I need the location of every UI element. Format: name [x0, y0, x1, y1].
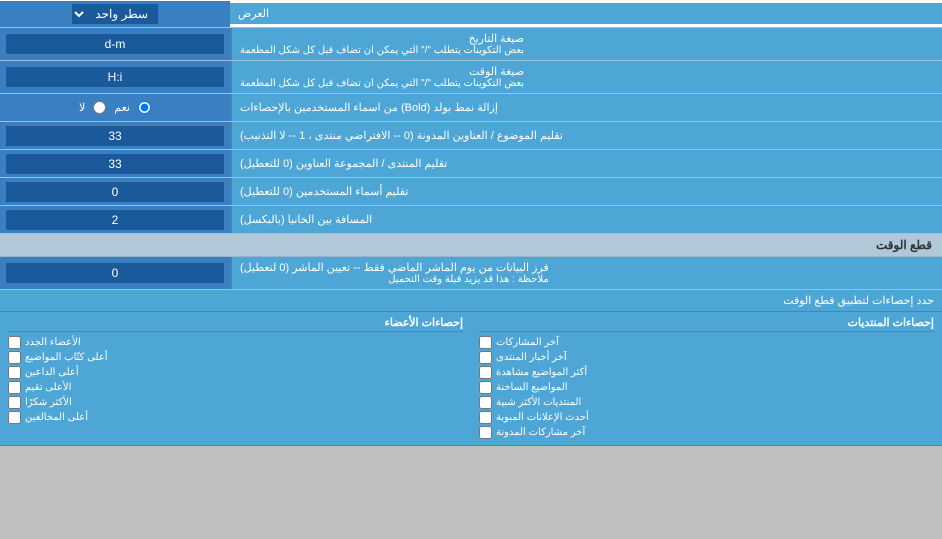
date-row: صيغة التاريخ بعض التكوينات يتطلب "/" الت…	[0, 28, 942, 61]
display-label: العرض	[230, 3, 942, 24]
post-stats-col: إحصاءات المنتديات آخر المشاركات آخر أخبا…	[471, 316, 942, 441]
post-stats-header: إحصاءات المنتديات	[479, 316, 934, 332]
forum-input-wrapper	[0, 150, 230, 177]
bold-no-label: لا	[79, 101, 85, 114]
distance-input-wrapper	[0, 206, 230, 233]
username-input[interactable]	[6, 182, 224, 202]
bold-label: إزالة نمط بولد (Bold) من اسماء المستخدمي…	[230, 94, 942, 121]
member-stat-5: الأكثر شكرًا	[8, 396, 463, 409]
date-label: صيغة التاريخ بعض التكوينات يتطلب "/" الت…	[230, 28, 942, 60]
member-stat-6-checkbox[interactable]	[8, 411, 21, 424]
time-input[interactable]	[6, 67, 224, 87]
bold-input-wrapper: نعم لا	[0, 94, 230, 121]
post-stat-5-checkbox[interactable]	[479, 396, 492, 409]
cutoff-label: فرز البيانات من يوم الماشر الماضي فقط --…	[230, 257, 942, 289]
member-stats-col: إحصاءات الأعضاء الأعضاء الجدد أعلى كتّاب…	[0, 316, 471, 441]
stats-define-label: حدد إحصاءات لتطبيق قطع الوقت	[0, 290, 942, 312]
display-select[interactable]: سطر واحد سطرين ثلاثة أسطر	[72, 4, 158, 24]
post-stat-3: أكثر المواضيع مشاهدة	[479, 366, 934, 379]
bold-yes-radio[interactable]	[138, 101, 151, 114]
forum-label: تقليم المنتدى / المجموعة العناوين (0 للت…	[230, 150, 942, 177]
bold-radio-group: نعم لا	[71, 98, 159, 117]
topic-label: تقليم الموضوع / العناوين المدونة (0 -- ا…	[230, 122, 942, 149]
date-input[interactable]	[6, 34, 224, 54]
display-row: العرض سطر واحد سطرين ثلاثة أسطر	[0, 0, 942, 28]
member-stat-6: أعلى المخالفين	[8, 411, 463, 424]
cutoff-label-main: فرز البيانات من يوم الماشر الماضي فقط --…	[240, 261, 549, 274]
post-stat-2: آخر أخبار المنتدى	[479, 351, 934, 364]
topic-input-wrapper	[0, 122, 230, 149]
cutoff-label-sub: ملاحظة : هذا قد يزيد قبلة وقت التحميل	[240, 274, 549, 285]
date-input-wrapper	[0, 28, 230, 60]
post-stat-6: أحدث الإعلانات المبوبة	[479, 411, 934, 424]
member-stat-1-checkbox[interactable]	[8, 336, 21, 349]
post-stat-7: آخر مشاركات المدونة	[479, 426, 934, 439]
post-stat-4: المواضيع الساخنة	[479, 381, 934, 394]
post-stat-2-checkbox[interactable]	[479, 351, 492, 364]
forum-input[interactable]	[6, 154, 224, 174]
time-row: صيغة الوقت بعض التكوينات يتطلب "/" التي …	[0, 61, 942, 94]
main-container: العرض سطر واحد سطرين ثلاثة أسطر صيغة الت…	[0, 0, 942, 446]
post-stat-1-checkbox[interactable]	[479, 336, 492, 349]
post-stat-1: آخر المشاركات	[479, 336, 934, 349]
member-stat-1: الأعضاء الجدد	[8, 336, 463, 349]
time-label: صيغة الوقت بعض التكوينات يتطلب "/" التي …	[230, 61, 942, 93]
username-input-wrapper	[0, 178, 230, 205]
topic-input[interactable]	[6, 126, 224, 146]
member-stat-3-checkbox[interactable]	[8, 366, 21, 379]
bold-row: إزالة نمط بولد (Bold) من اسماء المستخدمي…	[0, 94, 942, 122]
cutoff-input-wrapper	[0, 257, 230, 289]
forum-row: تقليم المنتدى / المجموعة العناوين (0 للت…	[0, 150, 942, 178]
username-label: تقليم أسماء المستخدمين (0 للتعطيل)	[230, 178, 942, 205]
post-stat-5: المنتديات الأكثر شبية	[479, 396, 934, 409]
post-stat-3-checkbox[interactable]	[479, 366, 492, 379]
bold-no-radio[interactable]	[93, 101, 106, 114]
post-stat-4-checkbox[interactable]	[479, 381, 492, 394]
stats-container: حدد إحصاءات لتطبيق قطع الوقت إحصاءات الم…	[0, 290, 942, 446]
display-input-wrapper: سطر واحد سطرين ثلاثة أسطر	[0, 1, 230, 27]
member-stats-header: إحصاءات الأعضاء	[8, 316, 463, 332]
cutoff-section-header: قطع الوقت	[0, 234, 942, 257]
cutoff-row: فرز البيانات من يوم الماشر الماضي فقط --…	[0, 257, 942, 290]
bold-yes-label: نعم	[114, 101, 130, 114]
post-stat-7-checkbox[interactable]	[479, 426, 492, 439]
date-label-sub: بعض التكوينات يتطلب "/" التي يمكن ان تضا…	[240, 45, 524, 56]
distance-input[interactable]	[6, 210, 224, 230]
member-stat-5-checkbox[interactable]	[8, 396, 21, 409]
distance-label: المسافة بين الخانيا (بالبكسل)	[230, 206, 942, 233]
username-row: تقليم أسماء المستخدمين (0 للتعطيل)	[0, 178, 942, 206]
member-stat-3: أعلى الداعين	[8, 366, 463, 379]
topic-row: تقليم الموضوع / العناوين المدونة (0 -- ا…	[0, 122, 942, 150]
member-stat-2: أعلى كتّاب المواضيع	[8, 351, 463, 364]
member-stat-4-checkbox[interactable]	[8, 381, 21, 394]
date-label-main: صيغة التاريخ	[240, 32, 524, 45]
time-label-sub: بعض التكوينات يتطلب "/" التي يمكن ان تضا…	[240, 78, 524, 89]
member-stat-2-checkbox[interactable]	[8, 351, 21, 364]
time-input-wrapper	[0, 61, 230, 93]
stats-left: حدد إحصاءات لتطبيق قطع الوقت إحصاءات الم…	[0, 290, 942, 445]
cutoff-input[interactable]	[6, 263, 224, 283]
checkboxes-wrapper: إحصاءات المنتديات آخر المشاركات آخر أخبا…	[0, 312, 942, 445]
time-label-main: صيغة الوقت	[240, 65, 524, 78]
distance-row: المسافة بين الخانيا (بالبكسل)	[0, 206, 942, 234]
member-stat-4: الأعلى تقيم	[8, 381, 463, 394]
post-stat-6-checkbox[interactable]	[479, 411, 492, 424]
